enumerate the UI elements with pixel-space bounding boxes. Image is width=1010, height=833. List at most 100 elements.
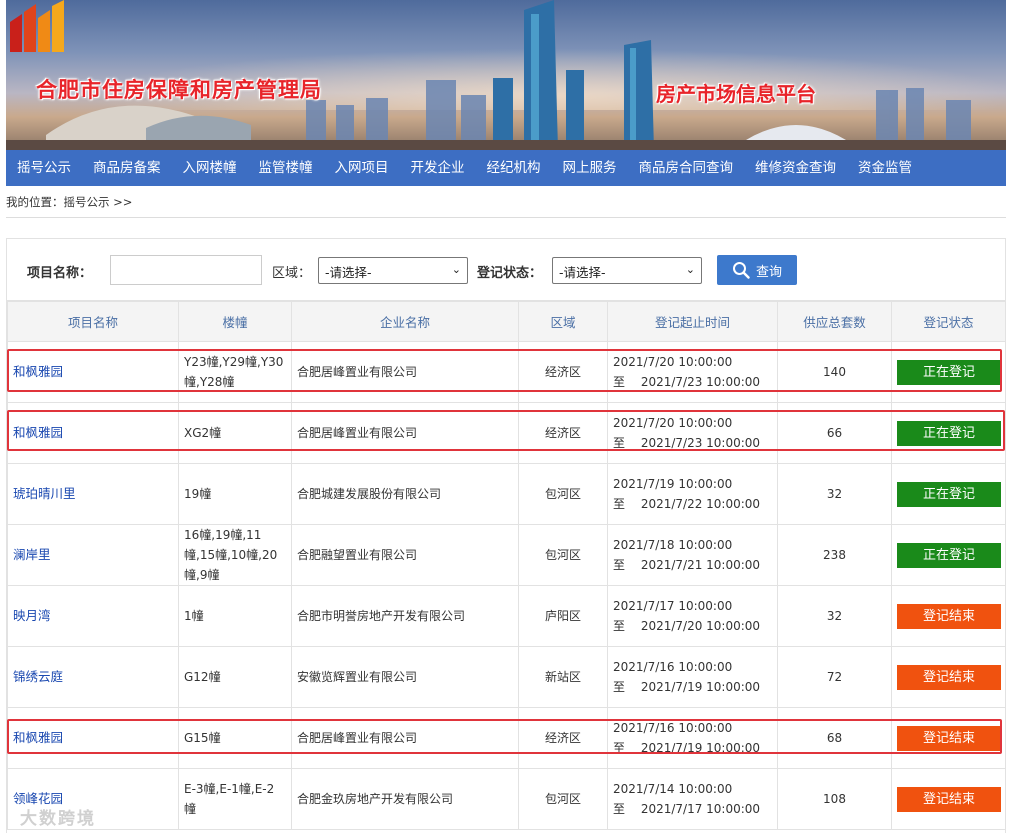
cell-period: 2021/7/20 10:00:00 至 2021/7/23 10:00:00: [607, 402, 778, 464]
period-start: 2021/7/19 10:00:00: [613, 477, 733, 491]
table-row: 和枫雅园 G15幢 合肥居峰置业有限公司 经济区 2021/7/16 10:00:00 至…: [7, 707, 1006, 769]
table-row: 和枫雅园 Y23幢,Y29幢,Y30幢,Y28幢 合肥居峰置业有限公司 经济区 2021…: [7, 341, 1006, 403]
cell-area: 经济区: [518, 402, 608, 464]
table-row: 琥珀晴川里 19幢 合肥城建发展股份有限公司 包河区 2021/7/19 10:00:0…: [7, 463, 1006, 525]
nav-item-developers[interactable]: 开发企业: [400, 150, 476, 186]
period-start: 2021/7/16 10:00:00: [613, 721, 733, 735]
nav-item-network-buildings[interactable]: 入网楼幢: [172, 150, 248, 186]
cell-period: 2021/7/14 10:00:00 至 2021/7/17 10:00:00: [607, 768, 778, 830]
nav-item-lottery-notice[interactable]: 摇号公示: [6, 150, 82, 186]
project-name-input[interactable]: [110, 255, 262, 285]
cell-area: 新站区: [518, 646, 608, 708]
cell-status: 登记结束: [891, 707, 1006, 769]
cell-company: 合肥城建发展股份有限公司: [291, 463, 519, 525]
cell-period: 2021/7/20 10:00:00 至 2021/7/23 10:00:00: [607, 341, 778, 403]
area-select[interactable]: -请选择- ⌄: [318, 257, 468, 284]
platform-title: 房产市场信息平台: [656, 82, 816, 106]
chevron-down-icon: ⌄: [685, 263, 695, 276]
cell-total: 68: [777, 707, 892, 769]
project-link[interactable]: 和枫雅园: [13, 730, 63, 745]
cell-period: 2021/7/18 10:00:00 至 2021/7/21 10:00:00: [607, 524, 778, 586]
watermark: 大数跨境: [20, 809, 96, 829]
search-button-label: 查询: [755, 264, 782, 280]
status-select-value: -请选择-: [559, 265, 606, 280]
cell-area: 包河区: [518, 524, 608, 586]
cell-period: 2021/7/17 10:00:00 至 2021/7/20 10:00:00: [607, 585, 778, 647]
nav-item-online-service[interactable]: 网上服务: [552, 150, 628, 186]
status-badge[interactable]: 正在登记: [897, 542, 1001, 568]
cell-status: 登记结束: [891, 646, 1006, 708]
cell-buildings: 19幢: [178, 463, 292, 525]
nav-item-network-projects[interactable]: 入网项目: [324, 150, 400, 186]
divider: [6, 217, 1006, 218]
cell-status: 正在登记: [891, 341, 1006, 403]
cell-total: 32: [777, 585, 892, 647]
search-bar: 项目名称： 区域： -请选择- ⌄ 登记状态： -请选择- ⌄ 查询: [7, 239, 1005, 301]
cell-total: 108: [777, 768, 892, 830]
status-badge[interactable]: 登记结束: [897, 786, 1001, 812]
chevron-down-icon: ⌄: [451, 263, 461, 276]
status-badge[interactable]: 正在登记: [897, 359, 1001, 385]
nav-item-supervised-buildings[interactable]: 监管楼幢: [248, 150, 324, 186]
lottery-panel: 项目名称： 区域： -请选择- ⌄ 登记状态： -请选择- ⌄ 查询 项目名称: [6, 238, 1006, 833]
cell-project-name: 锦绣云庭: [7, 646, 179, 708]
period-start: 2021/7/14 10:00:00: [613, 782, 733, 796]
cell-area: 庐阳区: [518, 585, 608, 647]
cell-status: 正在登记: [891, 524, 1006, 586]
table-row: 和枫雅园 XG2幢 合肥居峰置业有限公司 经济区 2021/7/20 10:00:00 至…: [7, 402, 1006, 464]
period-end: 至 2021/7/21 10:00:00: [613, 558, 761, 572]
col-header-total: 供应总套数: [777, 301, 892, 342]
cell-total: 72: [777, 646, 892, 708]
table-row: 映月湾 1幢 合肥市明誉房地产开发有限公司 庐阳区 2021/7/17 10:00:00…: [7, 585, 1006, 647]
lottery-table: 项目名称 楼幢 企业名称 区域 登记起止时间 供应总套数 登记状态 和枫雅园 Y2…: [7, 301, 1006, 830]
search-button[interactable]: 查询: [717, 255, 797, 285]
col-header-area: 区域: [518, 301, 608, 342]
cell-company: 安徽览辉置业有限公司: [291, 646, 519, 708]
cell-buildings: E-3幢,E-1幢,E-2幢: [178, 768, 292, 830]
period-end: 至 2021/7/23 10:00:00: [613, 375, 761, 389]
project-link[interactable]: 映月湾: [13, 608, 51, 623]
cell-buildings: Y23幢,Y29幢,Y30幢,Y28幢: [178, 341, 292, 403]
status-badge[interactable]: 正在登记: [897, 481, 1001, 507]
cell-project-name: 和枫雅园: [7, 341, 179, 403]
project-link[interactable]: 和枫雅园: [13, 425, 63, 440]
project-link[interactable]: 琥珀晴川里: [13, 486, 76, 501]
cell-total: 140: [777, 341, 892, 403]
cell-status: 正在登记: [891, 463, 1006, 525]
period-end: 至 2021/7/19 10:00:00: [613, 680, 761, 694]
nav-item-contract-query[interactable]: 商品房合同查询: [628, 150, 745, 186]
status-badge[interactable]: 登记结束: [897, 664, 1001, 690]
cell-area: 经济区: [518, 341, 608, 403]
cell-company: 合肥市明誉房地产开发有限公司: [291, 585, 519, 647]
cell-project-name: 澜岸里: [7, 524, 179, 586]
project-link[interactable]: 和枫雅园: [13, 364, 63, 379]
col-header-project: 项目名称: [7, 301, 179, 342]
period-start: 2021/7/20 10:00:00: [613, 416, 733, 430]
project-link[interactable]: 锦绣云庭: [13, 669, 63, 684]
cell-company: 合肥居峰置业有限公司: [291, 707, 519, 769]
status-badge[interactable]: 登记结束: [897, 725, 1001, 751]
nav-item-agencies[interactable]: 经纪机构: [476, 150, 552, 186]
nav-item-fund-supervision[interactable]: 资金监管: [847, 150, 923, 186]
nav-item-maintenance-fund[interactable]: 维修资金查询: [744, 150, 847, 186]
period-end: 至 2021/7/19 10:00:00: [613, 741, 761, 755]
site-banner: 合肥市住房保障和房产管理局 房产市场信息平台: [6, 0, 1006, 150]
project-name-label: 项目名称：: [27, 266, 93, 281]
cell-company: 合肥居峰置业有限公司: [291, 402, 519, 464]
project-link[interactable]: 澜岸里: [13, 547, 51, 562]
cell-area: 包河区: [518, 768, 608, 830]
period-start: 2021/7/18 10:00:00: [613, 538, 733, 552]
table-row: 领峰花园 E-3幢,E-1幢,E-2幢 合肥金玖房地产开发有限公司 包河区 2021/7…: [7, 768, 1006, 830]
nav-item-housing-record[interactable]: 商品房备案: [82, 150, 172, 186]
col-header-buildings: 楼幢: [178, 301, 292, 342]
cell-total: 32: [777, 463, 892, 525]
status-badge[interactable]: 登记结束: [897, 603, 1001, 629]
col-header-period: 登记起止时间: [607, 301, 778, 342]
cell-status: 登记结束: [891, 768, 1006, 830]
cell-company: 合肥融望置业有限公司: [291, 524, 519, 586]
status-select[interactable]: -请选择- ⌄: [552, 257, 702, 284]
cell-company: 合肥金玖房地产开发有限公司: [291, 768, 519, 830]
period-end: 至 2021/7/20 10:00:00: [613, 619, 761, 633]
area-label: 区域：: [272, 266, 312, 281]
status-badge[interactable]: 正在登记: [897, 420, 1001, 446]
